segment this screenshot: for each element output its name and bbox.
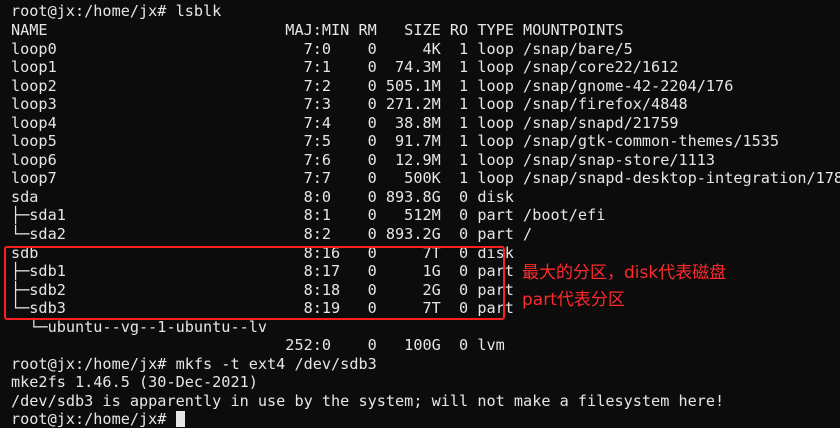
lsblk-row-loop4: loop4 7:4 0 38.8M 1 loop /snap/snapd/217…: [11, 114, 679, 132]
lsblk-row-loop1: loop1 7:1 0 74.3M 1 loop /snap/core22/16…: [11, 58, 679, 76]
lsblk-row-loop2: loop2 7:2 0 505.1M 1 loop /snap/gnome-42…: [11, 77, 734, 95]
lsblk-row-sda2: └─sda2 8:2 0 893.2G 0 part /: [11, 225, 533, 243]
annotation-line-1: 最大的分区，disk代表磁盘: [522, 263, 727, 283]
lsblk-row-loop5: loop5 7:5 0 91.7M 1 loop /snap/gtk-commo…: [11, 132, 780, 150]
text-cursor: [175, 411, 185, 427]
terminal-window[interactable]: root@jx:/home/jx# lsblk NAME MAJ:MIN RM …: [0, 0, 840, 428]
lsblk-row-ubuntu-lv-values: 252:0 0 100G 0 lvm: [11, 336, 505, 354]
current-prompt-line[interactable]: root@jx:/home/jx#: [11, 410, 185, 428]
lsblk-row-sda: sda 8:0 0 893.8G 0 disk: [11, 188, 514, 206]
lsblk-row-loop3: loop3 7:3 0 271.2M 1 loop /snap/firefox/…: [11, 95, 688, 113]
annotation-line-2: part代表分区: [522, 290, 625, 310]
sdb-highlight-box: [4, 246, 505, 320]
current-prompt-text: root@jx:/home/jx#: [11, 410, 176, 428]
lsblk-row-ubuntu-lv: └─ubuntu--vg--1-ubuntu--lv: [11, 318, 268, 336]
lsblk-row-loop6: loop6 7:6 0 12.9M 1 loop /snap/snap-stor…: [11, 151, 716, 169]
prompt-mkfs-line: root@jx:/home/jx# mkfs -t ext4 /dev/sdb3: [11, 355, 377, 373]
lsblk-row-sda1: ├─sda1 8:1 0 512M 0 part /boot/efi: [11, 206, 606, 224]
lsblk-row-loop7: loop7 7:7 0 500K 1 loop /snap/snapd-desk…: [11, 169, 840, 187]
lsblk-header-row: NAME MAJ:MIN RM SIZE RO TYPE MOUNTPOINTS: [11, 21, 624, 39]
prompt-lsblk-line: root@jx:/home/jx# lsblk: [11, 2, 222, 20]
mkfs-error-line: /dev/sdb3 is apparently in use by the sy…: [11, 392, 725, 410]
mke2fs-version-line: mke2fs 1.46.5 (30-Dec-2021): [11, 373, 258, 391]
lsblk-row-loop0: loop0 7:0 0 4K 1 loop /snap/bare/5: [11, 40, 633, 58]
